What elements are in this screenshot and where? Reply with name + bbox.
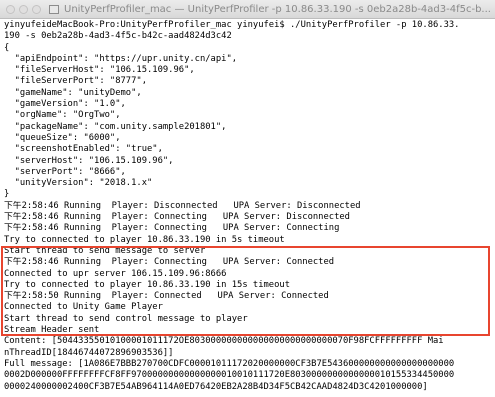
terminal-line: 下午2:58:46 Running Player: Connecting UPA…: [4, 212, 350, 223]
terminal-line: "fileServerPort": "8777",: [4, 76, 147, 87]
terminal-line: {: [4, 42, 10, 53]
terminal-line: "orgName": "OrgTwo",: [4, 110, 121, 121]
terminal-line: Try to connected to player 10.86.33.190 …: [4, 279, 290, 290]
close-button[interactable]: [6, 4, 15, 14]
terminal-line: Connected to upr server 106.15.109.96:86…: [4, 268, 227, 279]
terminal-line: "queueSize": "6000",: [4, 132, 121, 143]
title-bar[interactable]: UnityPerfProfiler_mac — UnityPerfProfile…: [0, 0, 495, 19]
terminal-line: "gameVersion": "1.0",: [4, 99, 126, 110]
terminal-line: nThreadID[18446744072896903536]]: [4, 347, 174, 358]
terminal-line: Start thread to send control message to …: [4, 313, 248, 324]
terminal-line: "fileServerHost": "106.15.109.96",: [4, 65, 195, 76]
terminal-line: 0002D000000FFFFFFFFCF8FF9700000000000000…: [4, 370, 455, 381]
terminal-line: "unityVersion": "2018.1.x": [4, 178, 153, 189]
terminal-line: yinyufeideMacBook-Pro:UnityPerfProfiler_…: [4, 20, 460, 30]
terminal-line: 下午2:58:46 Running Player: Connecting UPA…: [4, 257, 335, 268]
terminal-line: "apiEndpoint": "https://upr.unity.cn/api…: [4, 53, 238, 64]
terminal-line: 下午2:58:50 Running Player: Connected UPA …: [4, 291, 329, 302]
terminal-line: Try to connected to player 10.86.33.190 …: [4, 234, 285, 245]
terminal-line: "serverPort": "8666",: [4, 166, 126, 177]
terminal-line: Full message: [1A086E7BBB270700CDFC00001…: [4, 358, 455, 369]
terminal-line: "packageName": "com.unity.sample201801",: [4, 121, 227, 132]
terminal-line: "serverHost": "106.15.109.96",: [4, 155, 174, 166]
window-title: UnityPerfProfiler_mac — UnityPerfProfile…: [64, 3, 491, 15]
minimize-button[interactable]: [19, 4, 28, 14]
window-controls: [6, 4, 41, 14]
terminal-line: Connected to Unity Game Player: [4, 302, 163, 313]
terminal-line: "screenshotEnabled": "true",: [4, 144, 163, 155]
terminal-output[interactable]: yinyufeideMacBook-Pro:UnityPerfProfiler_…: [4, 20, 493, 393]
maximize-button[interactable]: [32, 4, 41, 14]
terminal-line: }: [4, 189, 10, 200]
folder-icon: [49, 4, 59, 14]
terminal-line: 下午2:58:46 Running Player: Connecting UPA…: [4, 223, 340, 234]
terminal-line: 0000240000002400CF3B7E54AB964114A0ED7642…: [4, 381, 428, 392]
terminal-line: Content: [50443355010100001011172OE80300…: [4, 336, 444, 347]
terminal-window: UnityPerfProfiler_mac — UnityPerfProfile…: [0, 0, 495, 397]
terminal-line: 190 -s 0eb2a28b-4ad3-4f5c-b42c-aad4824d3…: [4, 31, 232, 42]
terminal-line: Stream Header sent: [4, 325, 100, 336]
terminal-line: "gameName": "unityDemo",: [4, 87, 142, 98]
terminal-line: Start thread to send message to server: [4, 245, 206, 256]
terminal-line: 下午2:58:46 Running Player: Disconnected U…: [4, 200, 361, 211]
